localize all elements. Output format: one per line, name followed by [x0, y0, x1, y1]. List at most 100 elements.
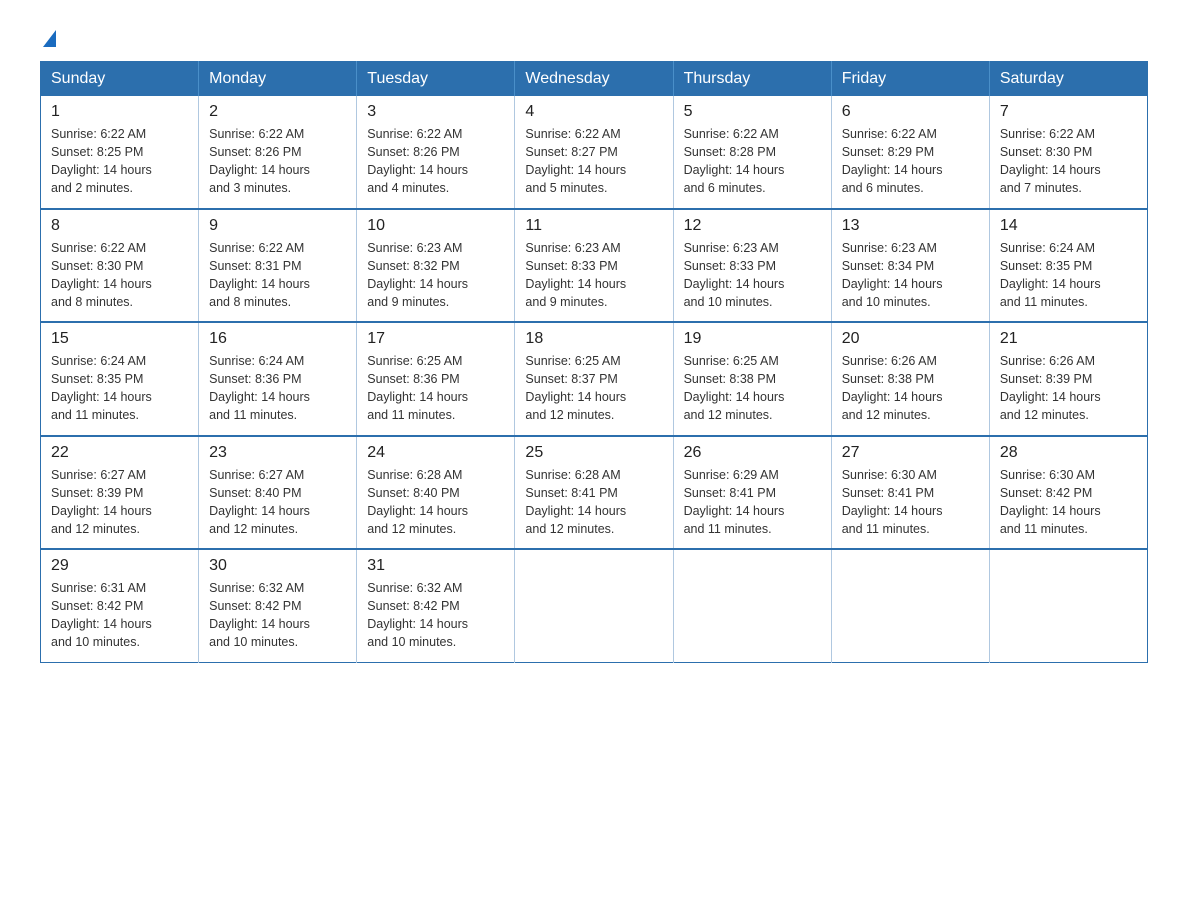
day-info: Sunrise: 6:23 AMSunset: 8:33 PMDaylight:…: [525, 239, 662, 312]
header-monday: Monday: [199, 62, 357, 97]
day-info: Sunrise: 6:22 AMSunset: 8:30 PMDaylight:…: [51, 239, 188, 312]
empty-cell: [989, 549, 1147, 662]
empty-cell: [515, 549, 673, 662]
day-number: 4: [525, 103, 662, 121]
header-friday: Friday: [831, 62, 989, 97]
header-sunday: Sunday: [41, 62, 199, 97]
day-info: Sunrise: 6:28 AMSunset: 8:40 PMDaylight:…: [367, 466, 504, 539]
empty-cell: [673, 549, 831, 662]
day-info: Sunrise: 6:27 AMSunset: 8:40 PMDaylight:…: [209, 466, 346, 539]
day-cell-15: 15 Sunrise: 6:24 AMSunset: 8:35 PMDayligh…: [41, 322, 199, 436]
day-info: Sunrise: 6:32 AMSunset: 8:42 PMDaylight:…: [367, 579, 504, 652]
empty-cell: [831, 549, 989, 662]
day-number: 25: [525, 444, 662, 462]
day-info: Sunrise: 6:22 AMSunset: 8:27 PMDaylight:…: [525, 125, 662, 198]
day-info: Sunrise: 6:22 AMSunset: 8:28 PMDaylight:…: [684, 125, 821, 198]
day-number: 3: [367, 103, 504, 121]
day-number: 13: [842, 217, 979, 235]
calendar-header-row: SundayMondayTuesdayWednesdayThursdayFrid…: [41, 62, 1148, 97]
day-number: 16: [209, 330, 346, 348]
day-info: Sunrise: 6:26 AMSunset: 8:39 PMDaylight:…: [1000, 352, 1137, 425]
day-number: 8: [51, 217, 188, 235]
day-number: 30: [209, 557, 346, 575]
day-number: 31: [367, 557, 504, 575]
day-info: Sunrise: 6:27 AMSunset: 8:39 PMDaylight:…: [51, 466, 188, 539]
week-row-5: 29 Sunrise: 6:31 AMSunset: 8:42 PMDayligh…: [41, 549, 1148, 662]
day-cell-25: 25 Sunrise: 6:28 AMSunset: 8:41 PMDayligh…: [515, 436, 673, 550]
day-number: 5: [684, 103, 821, 121]
header-tuesday: Tuesday: [357, 62, 515, 97]
day-info: Sunrise: 6:24 AMSunset: 8:35 PMDaylight:…: [51, 352, 188, 425]
day-number: 20: [842, 330, 979, 348]
day-info: Sunrise: 6:23 AMSunset: 8:34 PMDaylight:…: [842, 239, 979, 312]
header-thursday: Thursday: [673, 62, 831, 97]
day-cell-26: 26Sunrise: 6:29 AMSunset: 8:41 PMDayligh…: [673, 436, 831, 550]
day-cell-21: 21 Sunrise: 6:26 AMSunset: 8:39 PMDayligh…: [989, 322, 1147, 436]
day-cell-8: 8 Sunrise: 6:22 AMSunset: 8:30 PMDaylight…: [41, 209, 199, 323]
day-cell-18: 18 Sunrise: 6:25 AMSunset: 8:37 PMDayligh…: [515, 322, 673, 436]
day-cell-17: 17Sunrise: 6:25 AMSunset: 8:36 PMDayligh…: [357, 322, 515, 436]
day-cell-30: 30Sunrise: 6:32 AMSunset: 8:42 PMDayligh…: [199, 549, 357, 662]
day-cell-31: 31 Sunrise: 6:32 AMSunset: 8:42 PMDayligh…: [357, 549, 515, 662]
day-cell-4: 4 Sunrise: 6:22 AMSunset: 8:27 PMDaylight…: [515, 96, 673, 209]
day-number: 28: [1000, 444, 1137, 462]
week-row-1: 1 Sunrise: 6:22 AMSunset: 8:25 PMDaylight…: [41, 96, 1148, 209]
day-info: Sunrise: 6:31 AMSunset: 8:42 PMDaylight:…: [51, 579, 188, 652]
day-info: Sunrise: 6:24 AMSunset: 8:36 PMDaylight:…: [209, 352, 346, 425]
day-number: 22: [51, 444, 188, 462]
day-number: 15: [51, 330, 188, 348]
day-number: 7: [1000, 103, 1137, 121]
day-number: 21: [1000, 330, 1137, 348]
day-number: 29: [51, 557, 188, 575]
day-cell-23: 23Sunrise: 6:27 AMSunset: 8:40 PMDayligh…: [199, 436, 357, 550]
calendar-table: SundayMondayTuesdayWednesdayThursdayFrid…: [40, 61, 1148, 663]
day-cell-27: 27 Sunrise: 6:30 AMSunset: 8:41 PMDayligh…: [831, 436, 989, 550]
day-number: 10: [367, 217, 504, 235]
day-info: Sunrise: 6:30 AMSunset: 8:42 PMDaylight:…: [1000, 466, 1137, 539]
day-number: 27: [842, 444, 979, 462]
day-cell-3: 3Sunrise: 6:22 AMSunset: 8:26 PMDaylight…: [357, 96, 515, 209]
day-cell-6: 6 Sunrise: 6:22 AMSunset: 8:29 PMDaylight…: [831, 96, 989, 209]
day-info: Sunrise: 6:25 AMSunset: 8:37 PMDaylight:…: [525, 352, 662, 425]
day-number: 17: [367, 330, 504, 348]
day-number: 6: [842, 103, 979, 121]
day-number: 14: [1000, 217, 1137, 235]
day-number: 11: [525, 217, 662, 235]
day-info: Sunrise: 6:26 AMSunset: 8:38 PMDaylight:…: [842, 352, 979, 425]
day-info: Sunrise: 6:23 AMSunset: 8:33 PMDaylight:…: [684, 239, 821, 312]
day-info: Sunrise: 6:28 AMSunset: 8:41 PMDaylight:…: [525, 466, 662, 539]
header-saturday: Saturday: [989, 62, 1147, 97]
day-cell-19: 19Sunrise: 6:25 AMSunset: 8:38 PMDayligh…: [673, 322, 831, 436]
day-info: Sunrise: 6:23 AMSunset: 8:32 PMDaylight:…: [367, 239, 504, 312]
day-cell-1: 1 Sunrise: 6:22 AMSunset: 8:25 PMDaylight…: [41, 96, 199, 209]
day-number: 9: [209, 217, 346, 235]
day-info: Sunrise: 6:22 AMSunset: 8:25 PMDaylight:…: [51, 125, 188, 198]
day-number: 1: [51, 103, 188, 121]
day-info: Sunrise: 6:24 AMSunset: 8:35 PMDaylight:…: [1000, 239, 1137, 312]
day-cell-20: 20 Sunrise: 6:26 AMSunset: 8:38 PMDayligh…: [831, 322, 989, 436]
page-header: [40, 30, 1148, 47]
day-number: 12: [684, 217, 821, 235]
day-number: 2: [209, 103, 346, 121]
day-cell-11: 11 Sunrise: 6:23 AMSunset: 8:33 PMDayligh…: [515, 209, 673, 323]
day-cell-24: 24 Sunrise: 6:28 AMSunset: 8:40 PMDayligh…: [357, 436, 515, 550]
day-cell-10: 10 Sunrise: 6:23 AMSunset: 8:32 PMDayligh…: [357, 209, 515, 323]
week-row-3: 15 Sunrise: 6:24 AMSunset: 8:35 PMDayligh…: [41, 322, 1148, 436]
day-number: 18: [525, 330, 662, 348]
day-cell-28: 28 Sunrise: 6:30 AMSunset: 8:42 PMDayligh…: [989, 436, 1147, 550]
header-wednesday: Wednesday: [515, 62, 673, 97]
day-cell-7: 7 Sunrise: 6:22 AMSunset: 8:30 PMDaylight…: [989, 96, 1147, 209]
day-number: 19: [684, 330, 821, 348]
day-info: Sunrise: 6:30 AMSunset: 8:41 PMDaylight:…: [842, 466, 979, 539]
day-cell-29: 29 Sunrise: 6:31 AMSunset: 8:42 PMDayligh…: [41, 549, 199, 662]
day-cell-5: 5 Sunrise: 6:22 AMSunset: 8:28 PMDaylight…: [673, 96, 831, 209]
day-info: Sunrise: 6:22 AMSunset: 8:26 PMDaylight:…: [209, 125, 346, 198]
day-number: 24: [367, 444, 504, 462]
day-info: Sunrise: 6:22 AMSunset: 8:29 PMDaylight:…: [842, 125, 979, 198]
day-cell-16: 16 Sunrise: 6:24 AMSunset: 8:36 PMDayligh…: [199, 322, 357, 436]
day-cell-2: 2 Sunrise: 6:22 AMSunset: 8:26 PMDaylight…: [199, 96, 357, 209]
day-cell-14: 14 Sunrise: 6:24 AMSunset: 8:35 PMDayligh…: [989, 209, 1147, 323]
day-cell-13: 13 Sunrise: 6:23 AMSunset: 8:34 PMDayligh…: [831, 209, 989, 323]
day-info: Sunrise: 6:22 AMSunset: 8:30 PMDaylight:…: [1000, 125, 1137, 198]
day-info: Sunrise: 6:22 AMSunset: 8:31 PMDaylight:…: [209, 239, 346, 312]
